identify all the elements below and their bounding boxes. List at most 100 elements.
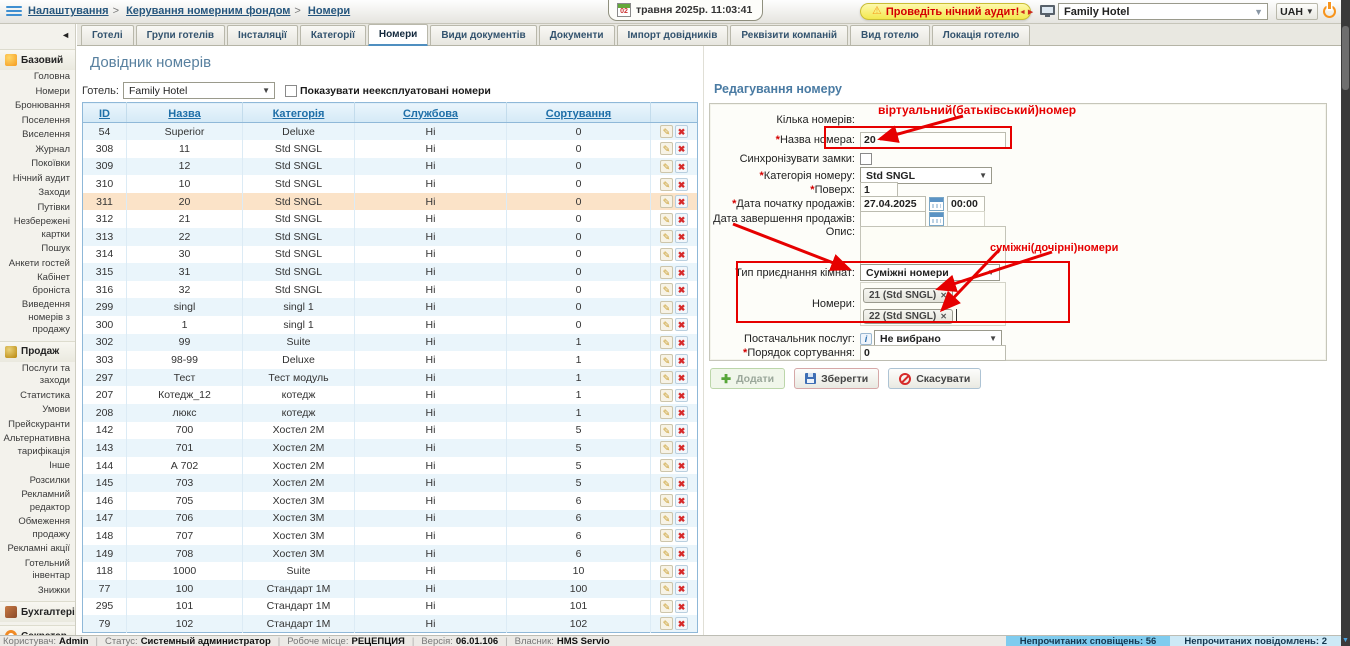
sidebar-entry[interactable]: Заходи: [0, 186, 76, 201]
delete-row-icon[interactable]: [675, 424, 688, 437]
sidebar-entry[interactable]: Альтернативна тарифікація: [0, 432, 76, 459]
edit-row-icon[interactable]: [660, 512, 673, 525]
delete-row-icon[interactable]: [675, 266, 688, 279]
edit-row-icon[interactable]: [660, 195, 673, 208]
edit-row-icon[interactable]: [660, 424, 673, 437]
edit-row-icon[interactable]: [660, 371, 673, 384]
table-row[interactable]: 148 707 Хостел 3М Ні 6: [83, 527, 698, 545]
scrollbar-thumb[interactable]: [1342, 26, 1349, 90]
delete-row-icon[interactable]: [675, 125, 688, 138]
tab[interactable]: Вид готелю: [850, 25, 930, 45]
edit-row-icon[interactable]: [660, 529, 673, 542]
join-type-select[interactable]: Суміжні номери ▼: [860, 264, 1000, 281]
delete-row-icon[interactable]: [675, 477, 688, 490]
table-row[interactable]: 308 11 Std SNGL Ні 0: [83, 140, 698, 158]
table-row[interactable]: 145 703 Хостел 2М Ні 5: [83, 474, 698, 492]
table-row[interactable]: 295 101 Стандарт 1М Ні 101: [83, 598, 698, 616]
sidebar-entry[interactable]: Статистика: [0, 389, 76, 404]
breadcrumb-link[interactable]: Номери: [308, 5, 350, 17]
window-scrollbar[interactable]: ▼: [1341, 0, 1350, 646]
delete-row-icon[interactable]: [675, 565, 688, 578]
sidebar-entry[interactable]: Готельний інвентар: [0, 557, 76, 584]
tab[interactable]: Готелі: [81, 25, 134, 45]
sidebar-entry[interactable]: Нічний аудит: [0, 172, 76, 187]
hotel-select-top[interactable]: Family Hotel ▼: [1058, 3, 1268, 20]
table-row[interactable]: 311 20 Std SNGL Ні 0: [83, 193, 698, 211]
breadcrumb-link[interactable]: Керування номерним фондом: [126, 5, 290, 17]
table-row[interactable]: 149 708 Хостел 3М Ні 6: [83, 545, 698, 563]
edit-row-icon[interactable]: [660, 125, 673, 138]
table-row[interactable]: 314 30 Std SNGL Ні 0: [83, 246, 698, 264]
edit-row-icon[interactable]: [660, 354, 673, 367]
edit-row-icon[interactable]: [660, 389, 673, 402]
delete-row-icon[interactable]: [675, 318, 688, 331]
edit-row-icon[interactable]: [660, 459, 673, 472]
edit-row-icon[interactable]: [660, 266, 673, 279]
sidebar-entry[interactable]: Пошук: [0, 242, 76, 257]
delete-row-icon[interactable]: [675, 195, 688, 208]
sidebar-entry[interactable]: Прейскуранти: [0, 418, 76, 433]
delete-row-icon[interactable]: [675, 248, 688, 261]
delete-row-icon[interactable]: [675, 617, 688, 630]
sidebar-entry[interactable]: Обмеження продажу: [0, 515, 76, 542]
scroll-down-icon[interactable]: ▼: [1341, 637, 1350, 644]
remove-tag-icon[interactable]: [940, 291, 947, 300]
table-row[interactable]: 77 100 Стандарт 1М Ні 100: [83, 580, 698, 598]
edit-row-icon[interactable]: [660, 565, 673, 578]
delete-row-icon[interactable]: [675, 213, 688, 226]
tab[interactable]: Види документів: [430, 25, 536, 45]
delete-row-icon[interactable]: [675, 512, 688, 525]
sale-start-date-input[interactable]: [860, 196, 926, 212]
sale-start-time-input[interactable]: [947, 196, 985, 212]
table-row[interactable]: 143 701 Хостел 2М Ні 5: [83, 439, 698, 457]
table-row[interactable]: 309 12 Std SNGL Ні 0: [83, 158, 698, 176]
power-icon[interactable]: [1323, 5, 1336, 18]
edit-row-icon[interactable]: [660, 336, 673, 349]
table-row[interactable]: 147 706 Хостел 3М Ні 6: [83, 510, 698, 528]
sidebar-collapse-icon[interactable]: ◄: [61, 30, 70, 40]
linked-rooms-box[interactable]: 21 (Std SNGL) 22 (Std SNGL): [860, 282, 1006, 326]
room-tag[interactable]: 21 (Std SNGL): [863, 288, 953, 303]
sidebar-entry[interactable]: Анкети гостей: [0, 257, 76, 272]
table-row[interactable]: 310 10 Std SNGL Ні 0: [83, 175, 698, 193]
table-row[interactable]: 146 705 Хостел 3М Ні 6: [83, 492, 698, 510]
table-row[interactable]: 299 singl singl 1 Ні 0: [83, 298, 698, 316]
delete-row-icon[interactable]: [675, 230, 688, 243]
sidebar-entry[interactable]: Виселення: [0, 128, 76, 143]
edit-row-icon[interactable]: [660, 582, 673, 595]
sort-by-service-link[interactable]: Службова: [403, 108, 458, 120]
delete-row-icon[interactable]: [675, 582, 688, 595]
breadcrumb-link[interactable]: Налаштування: [28, 5, 109, 17]
sidebar-entry[interactable]: Путівки: [0, 201, 76, 216]
currency-select[interactable]: UAH ▼: [1276, 3, 1318, 20]
table-row[interactable]: 303 98-99 Deluxe Ні 1: [83, 351, 698, 369]
edit-row-icon[interactable]: [660, 547, 673, 560]
sidebar-entry[interactable]: Бухгалтерія: [0, 601, 76, 622]
delete-row-icon[interactable]: [675, 389, 688, 402]
edit-row-icon[interactable]: [660, 230, 673, 243]
add-button[interactable]: Додати: [710, 368, 785, 389]
sidebar-entry[interactable]: Головна: [0, 70, 76, 85]
delete-row-icon[interactable]: [675, 178, 688, 191]
sidebar-entry[interactable]: Послуги та заходи: [0, 362, 76, 389]
delete-row-icon[interactable]: [675, 600, 688, 613]
save-button[interactable]: Зберегти: [794, 368, 879, 389]
table-row[interactable]: 297 Тест Тест модуль Ні 1: [83, 369, 698, 387]
tab[interactable]: Групи готелів: [136, 25, 225, 45]
tab[interactable]: Імпорт довідників: [617, 25, 729, 45]
delete-row-icon[interactable]: [675, 529, 688, 542]
hotel-filter-select[interactable]: Family Hotel ▼: [123, 82, 275, 99]
delete-row-icon[interactable]: [675, 547, 688, 560]
sidebar-entry[interactable]: Номери: [0, 85, 76, 100]
table-row[interactable]: 144 А 702 Хостел 2М Ні 5: [83, 457, 698, 475]
sidebar-entry[interactable]: Інше: [0, 459, 76, 474]
table-row[interactable]: 302 99 Suite Ні 1: [83, 334, 698, 352]
sort-by-order-link[interactable]: Сортування: [546, 108, 611, 120]
sidebar-entry[interactable]: Кабінет броніста: [0, 271, 76, 298]
table-row[interactable]: 300 1 singl 1 Ні 0: [83, 316, 698, 334]
edit-row-icon[interactable]: [660, 160, 673, 173]
edit-row-icon[interactable]: [660, 213, 673, 226]
delete-row-icon[interactable]: [675, 459, 688, 472]
sidebar-entry[interactable]: Поселення: [0, 114, 76, 129]
edit-row-icon[interactable]: [660, 283, 673, 296]
